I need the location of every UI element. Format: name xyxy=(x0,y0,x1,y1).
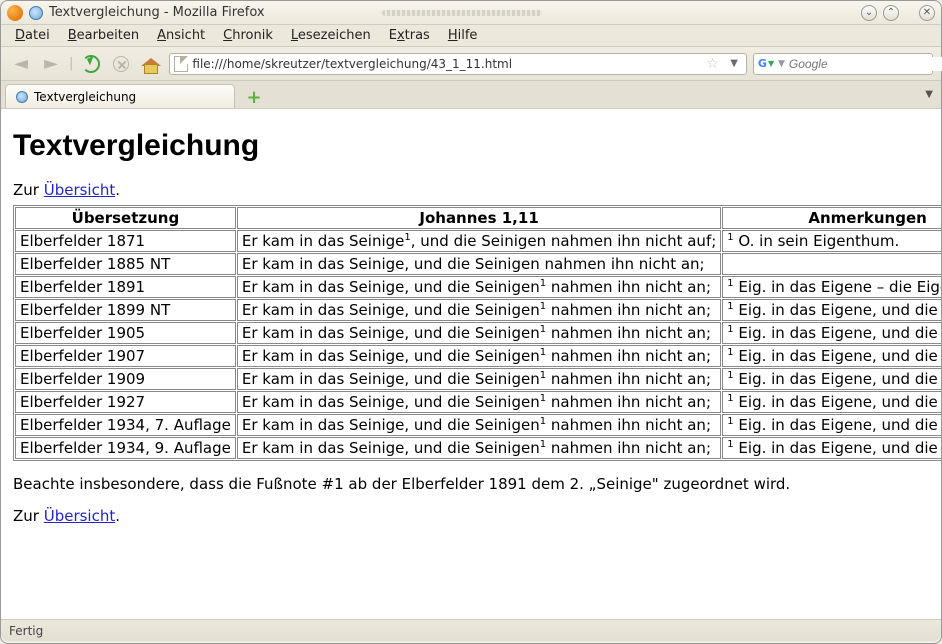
page-icon xyxy=(174,56,188,72)
toolbar: ◄ ► | file:///home/skreutzer/textverglei… xyxy=(1,47,941,81)
cell-annotation: 1 Eig. in das Eigene, und die Eigenen. xyxy=(722,414,941,436)
tab-active[interactable]: Textvergleichung xyxy=(5,84,235,108)
menu-lesezeichen[interactable]: Lesezeichen xyxy=(283,26,379,45)
cell-annotation: 1 Eig. in das Eigene – die Eigenen. xyxy=(722,276,941,298)
close-button[interactable]: ✕ xyxy=(919,5,935,21)
bookmark-star-icon[interactable]: ☆ xyxy=(706,56,722,72)
th-uebersetzung: Übersetzung xyxy=(15,207,236,229)
window-title: Textvergleichung - Mozilla Firefox xyxy=(49,5,362,20)
cell-annotation: 1 O. in sein Eigenthum. xyxy=(722,230,941,252)
cell-annotation: 1 Eig. in das Eigene, und die Eigenen. xyxy=(722,345,941,367)
cell-verse: Er kam in das Seinige, und die Seinigen1… xyxy=(237,368,721,390)
cell-verse: Er kam in das Seinige, und die Seinigen1… xyxy=(237,276,721,298)
comparison-table: Übersetzung Johannes 1,11 Anmerkungen El… xyxy=(13,205,941,461)
cell-annotation: 1 Eig. in das Eigene, und die Eigenen. xyxy=(722,299,941,321)
menu-bearbeiten[interactable]: Bearbeiten xyxy=(60,26,147,45)
menu-hilfe[interactable]: Hilfe xyxy=(440,26,486,45)
table-row: Elberfelder 1927Er kam in das Seinige, u… xyxy=(15,391,941,413)
cell-verse: Er kam in das Seinige, und die Seinigen1… xyxy=(237,437,721,459)
plus-icon: + xyxy=(246,87,261,108)
table-row: Elberfelder 1899 NTEr kam in das Seinige… xyxy=(15,299,941,321)
url-text: file:///home/skreutzer/textvergleichung/… xyxy=(192,57,702,71)
cell-verse: Er kam in das Seinige, und die Seinigen1… xyxy=(237,322,721,344)
minimize-button[interactable]: ⌄ xyxy=(861,5,877,21)
menu-chronik[interactable]: Chronik xyxy=(215,26,281,45)
cell-verse: Er kam in das Seinige, und die Seinigen1… xyxy=(237,345,721,367)
table-row: Elberfelder 1934, 7. AuflageEr kam in da… xyxy=(15,414,941,436)
cell-translation: Elberfelder 1907 xyxy=(15,345,236,367)
google-icon: G▼ xyxy=(758,56,774,72)
tabs-dropdown-icon[interactable]: ▼ xyxy=(925,89,933,100)
cell-translation: Elberfelder 1927 xyxy=(15,391,236,413)
cell-verse: Er kam in das Seinige, und die Seinigen1… xyxy=(237,391,721,413)
page-content: Textvergleichung Zur Übersicht. Übersetz… xyxy=(1,109,941,619)
link-uebersicht-top[interactable]: Übersicht xyxy=(44,181,116,199)
url-dropdown-icon[interactable]: ▼ xyxy=(726,58,742,69)
table-row: Elberfelder 1885 NTEr kam in das Seinige… xyxy=(15,253,941,275)
status-text: Fertig xyxy=(9,624,43,638)
page-heading: Textvergleichung xyxy=(13,129,929,163)
cell-annotation: 1 Eig. in das Eigene, und die Eigenen. xyxy=(722,437,941,459)
cell-translation: Elberfelder 1891 xyxy=(15,276,236,298)
home-button[interactable] xyxy=(139,52,163,76)
cell-verse: Er kam in das Seinige, und die Seinigen1… xyxy=(237,299,721,321)
cell-translation: Elberfelder 1909 xyxy=(15,368,236,390)
table-header-row: Übersetzung Johannes 1,11 Anmerkungen xyxy=(15,207,941,229)
titlebar-grip xyxy=(382,10,542,16)
th-vers: Johannes 1,11 xyxy=(237,207,721,229)
globe-icon xyxy=(29,6,43,20)
back-button[interactable]: ◄ xyxy=(9,52,33,76)
cell-annotation: 1 Eig. in das Eigene, und die Eigenen. xyxy=(722,322,941,344)
menu-datei[interactable]: Datei xyxy=(7,26,58,45)
url-bar[interactable]: file:///home/skreutzer/textvergleichung/… xyxy=(169,53,747,75)
th-anmerkungen: Anmerkungen xyxy=(722,207,941,229)
stop-button[interactable] xyxy=(109,52,133,76)
cell-verse: Er kam in das Seinige, und die Seinigen … xyxy=(237,253,721,275)
menu-ansicht[interactable]: Ansicht xyxy=(149,26,213,45)
new-tab-button[interactable]: + xyxy=(241,86,267,108)
cell-annotation xyxy=(722,253,941,275)
search-box[interactable]: G▼ ▼ 🔍 xyxy=(753,53,933,75)
cell-translation: Elberfelder 1934, 9. Auflage xyxy=(15,437,236,459)
cell-annotation: 1 Eig. in das Eigene, und die Eigenen. xyxy=(722,391,941,413)
table-row: Elberfelder 1907Er kam in das Seinige, u… xyxy=(15,345,941,367)
table-row: Elberfelder 1871Er kam in das Seinige1, … xyxy=(15,230,941,252)
table-row: Elberfelder 1905Er kam in das Seinige, u… xyxy=(15,322,941,344)
cell-verse: Er kam in das Seinige1, und die Seinigen… xyxy=(237,230,721,252)
cell-translation: Elberfelder 1934, 7. Auflage xyxy=(15,414,236,436)
cell-verse: Er kam in das Seinige, und die Seinigen1… xyxy=(237,414,721,436)
firefox-icon xyxy=(7,5,23,21)
table-row: Elberfelder 1934, 9. AuflageEr kam in da… xyxy=(15,437,941,459)
cell-translation: Elberfelder 1899 NT xyxy=(15,299,236,321)
reload-button[interactable] xyxy=(79,52,103,76)
forward-button[interactable]: ► xyxy=(39,52,63,76)
nav-top: Zur Übersicht. xyxy=(13,181,929,199)
maximize-button[interactable]: ⌃ xyxy=(883,5,899,21)
cell-translation: Elberfelder 1905 xyxy=(15,322,236,344)
cell-annotation: 1 Eig. in das Eigene, und die Eigenen. xyxy=(722,368,941,390)
search-input[interactable] xyxy=(789,57,942,71)
globe-icon xyxy=(16,91,28,103)
nav-bottom: Zur Übersicht. xyxy=(13,507,929,525)
cell-translation: Elberfelder 1871 xyxy=(15,230,236,252)
statusbar: Fertig xyxy=(1,619,941,641)
cell-translation: Elberfelder 1885 NT xyxy=(15,253,236,275)
menu-extras[interactable]: Extras xyxy=(381,26,438,45)
table-row: Elberfelder 1891Er kam in das Seinige, u… xyxy=(15,276,941,298)
link-uebersicht-bottom[interactable]: Übersicht xyxy=(44,507,116,525)
menubar: Datei Bearbeiten Ansicht Chronik Lesezei… xyxy=(1,25,941,47)
titlebar: Textvergleichung - Mozilla Firefox ⌄ ⌃ ✕ xyxy=(1,1,941,25)
note-paragraph: Beachte insbesondere, dass die Fußnote #… xyxy=(13,475,929,493)
table-row: Elberfelder 1909Er kam in das Seinige, u… xyxy=(15,368,941,390)
tab-label: Textvergleichung xyxy=(34,90,136,104)
tabbar: Textvergleichung + ▼ xyxy=(1,81,941,109)
